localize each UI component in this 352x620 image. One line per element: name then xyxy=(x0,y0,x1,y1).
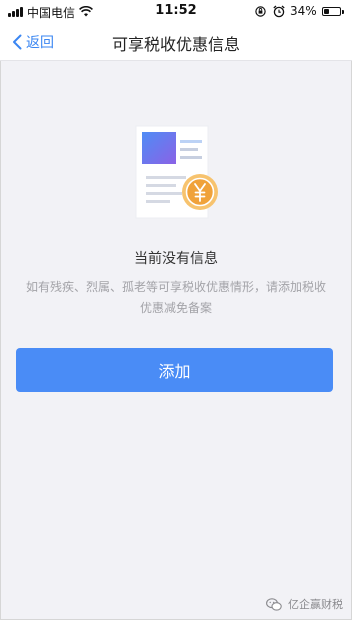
empty-state-title: 当前没有信息 xyxy=(134,251,218,267)
add-button[interactable]: 添加 xyxy=(16,348,333,392)
battery-percent: 34% xyxy=(290,4,317,18)
watermark: 亿企赢财税 xyxy=(266,596,343,612)
wechat-icon xyxy=(266,597,282,611)
document-yuan-icon xyxy=(135,125,218,219)
page-title: 可享税收优惠信息 xyxy=(111,35,240,54)
rotation-lock-icon xyxy=(255,6,266,17)
watermark-text: 亿企赢财税 xyxy=(288,598,343,611)
battery-icon xyxy=(322,7,344,16)
empty-state-description: 如有残疾、烈属、孤老等可享税收优惠情形，请添加税收优惠减免备案 xyxy=(25,280,326,315)
nav-bar: 返回 可享税收优惠信息 xyxy=(0,24,352,61)
battery-level-fill xyxy=(324,9,329,14)
alarm-icon xyxy=(273,5,285,18)
status-bar: 中国电信 11:52 34% xyxy=(0,0,352,24)
